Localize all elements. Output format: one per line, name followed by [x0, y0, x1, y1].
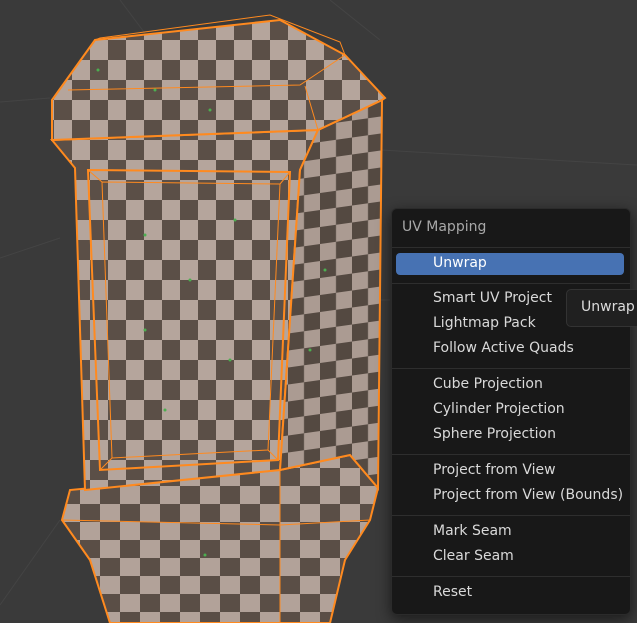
menu-item-project-from-view[interactable]: Project from View: [396, 460, 624, 482]
menu-separator: [392, 454, 630, 455]
menu-item-clear-seam[interactable]: Clear Seam: [396, 546, 624, 568]
menu-item-label: Clear Seam: [433, 548, 514, 564]
menu-item-label: Project from View (Bounds): [433, 487, 624, 503]
menu-item-unwrap[interactable]: Unwrap: [396, 253, 624, 275]
menu-item-reset[interactable]: Reset: [396, 582, 624, 604]
menu-item-label: Follow Active Quads: [433, 340, 574, 356]
menu-item-mark-seam[interactable]: Mark Seam: [396, 521, 624, 543]
menu-separator: [392, 576, 630, 577]
mesh-top: [51, 14, 387, 142]
menu-item-cylinder-projection[interactable]: Cylinder Projection: [396, 399, 624, 421]
menu-item-label: Lightmap Pack: [433, 315, 536, 331]
menu-item-label: Project from View: [433, 462, 556, 478]
menu-item-sphere-projection[interactable]: Sphere Projection: [396, 424, 624, 446]
unwrap-tooltip: Unwrap t: [566, 289, 637, 327]
menu-separator: [392, 247, 630, 248]
menu-separator: [392, 368, 630, 369]
menu-title: UV Mapping: [402, 219, 487, 235]
menu-separator: [392, 283, 630, 284]
tooltip-text: Unwrap t: [581, 299, 637, 315]
uv-mapping-menu: UV Mapping Unwrap Smart UV Project Light…: [391, 208, 631, 615]
menu-item-label: Reset: [433, 584, 473, 600]
menu-item-label: Unwrap: [433, 255, 487, 271]
mesh-body: [49, 98, 384, 492]
menu-separator: [392, 515, 630, 516]
menu-item-label: Cylinder Projection: [433, 401, 565, 417]
menu-item-label: Smart UV Project: [433, 290, 552, 306]
menu-item-label: Cube Projection: [433, 376, 543, 392]
menu-item-label: Mark Seam: [433, 523, 512, 539]
menu-item-label: Sphere Projection: [433, 426, 556, 442]
menu-item-follow-active-quads[interactable]: Follow Active Quads: [396, 338, 624, 360]
menu-item-project-from-view-bounds[interactable]: Project from View (Bounds): [396, 485, 624, 507]
menu-item-cube-projection[interactable]: Cube Projection: [396, 374, 624, 396]
